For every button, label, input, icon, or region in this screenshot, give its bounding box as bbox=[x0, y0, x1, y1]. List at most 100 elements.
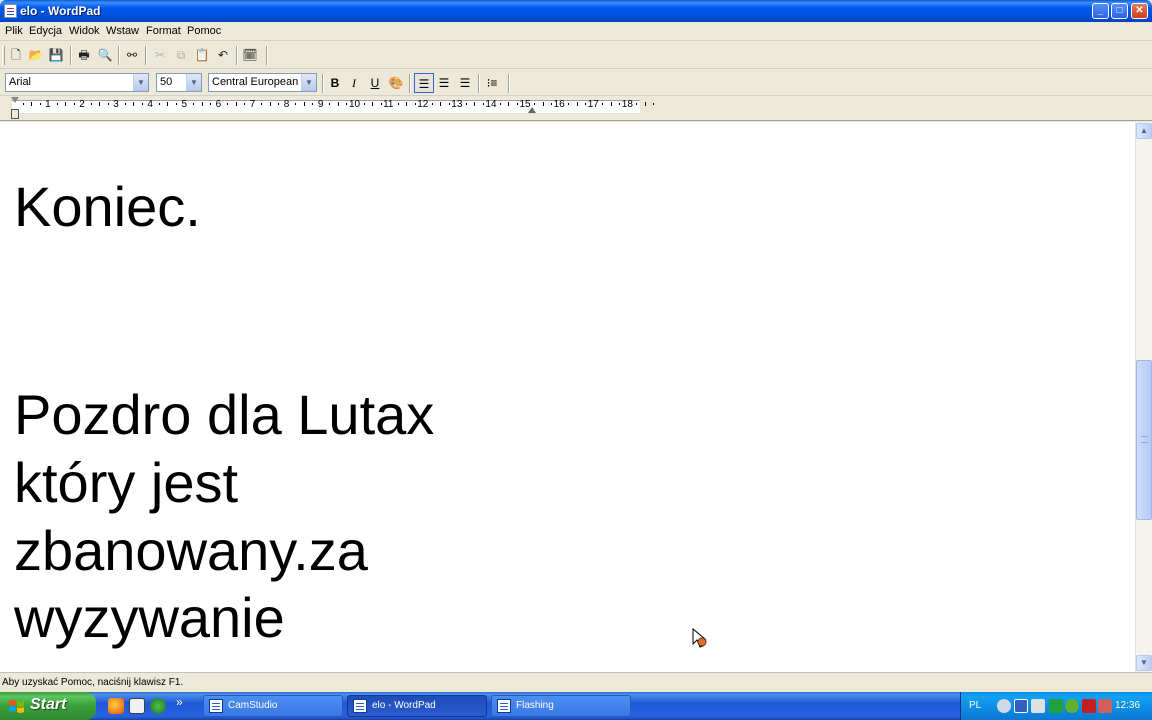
title-bar[interactable]: elo - WordPad _ □ ✕ bbox=[0, 0, 1152, 22]
ruler-number: 2 bbox=[79, 99, 85, 110]
menu-widok[interactable]: Widok bbox=[69, 25, 100, 37]
ruler-number: 5 bbox=[181, 99, 188, 110]
ruler-tick bbox=[175, 103, 177, 105]
ruler-number: 14 bbox=[485, 99, 497, 110]
align-right-icon[interactable]: ☰ bbox=[455, 73, 475, 93]
speaker-icon[interactable] bbox=[1031, 699, 1045, 713]
align-left-icon[interactable]: ☰ bbox=[414, 73, 434, 93]
minimize-button[interactable]: _ bbox=[1092, 3, 1109, 19]
save-disk-icon[interactable]: 💾 bbox=[46, 46, 66, 65]
copy-icon[interactable]: ⧉ bbox=[171, 46, 191, 65]
ruler-tick bbox=[90, 103, 92, 105]
align-center-icon[interactable]: ☰ bbox=[434, 73, 454, 93]
right-indent-marker[interactable] bbox=[528, 107, 536, 113]
menu-wstaw[interactable]: Wstaw bbox=[106, 25, 139, 37]
ruler-tick bbox=[56, 103, 58, 105]
chevron-down-icon[interactable]: ▼ bbox=[186, 74, 201, 91]
undo-icon[interactable]: ↶ bbox=[213, 46, 233, 65]
ruler-tick bbox=[193, 103, 195, 105]
tray-app-icon[interactable] bbox=[1049, 699, 1063, 713]
font-name-combo[interactable]: Arial ▼ bbox=[5, 73, 149, 92]
tray-globe-icon[interactable] bbox=[1065, 699, 1079, 713]
close-button[interactable]: ✕ bbox=[1131, 3, 1148, 19]
bullets-icon[interactable]: ⁝≡ bbox=[482, 73, 502, 93]
ruler-tick bbox=[278, 103, 280, 105]
show-desktop-icon[interactable] bbox=[129, 698, 145, 714]
menu-pomoc[interactable]: Pomoc bbox=[187, 25, 221, 37]
vertical-scrollbar[interactable]: ▲ ▼ bbox=[1135, 122, 1152, 672]
menu-plik[interactable]: Plik bbox=[5, 25, 23, 37]
new-document-icon[interactable]: 🗋 bbox=[6, 46, 26, 65]
ruler-number: 11 bbox=[383, 99, 394, 110]
task-flashing[interactable]: Flashing bbox=[491, 695, 631, 717]
document-line: wyzywanie bbox=[14, 586, 285, 649]
toolbar-separator bbox=[236, 46, 238, 65]
toolbar-grip[interactable] bbox=[2, 46, 5, 65]
tray-back-icon[interactable] bbox=[997, 699, 1011, 713]
system-tray: PL 12:36 bbox=[960, 692, 1152, 720]
first-line-indent-marker[interactable] bbox=[11, 97, 19, 103]
wordpad-icon bbox=[353, 699, 367, 713]
document-area[interactable]: Koniec. Pozdro dla Lutax który jest zban… bbox=[0, 122, 1135, 672]
color-palette-icon[interactable]: 🎨 bbox=[386, 73, 406, 93]
toolbar-separator bbox=[322, 74, 324, 93]
chevron-down-icon[interactable]: ▼ bbox=[301, 74, 316, 91]
ruler-tick bbox=[542, 102, 544, 106]
scroll-up-icon[interactable]: ▲ bbox=[1136, 123, 1152, 139]
ruler-number: 10 bbox=[349, 99, 361, 110]
print-icon[interactable]: 🖶 bbox=[74, 46, 94, 65]
menu-format[interactable]: Format bbox=[146, 25, 181, 37]
tray-alert-icon[interactable] bbox=[1098, 699, 1112, 713]
print-preview-icon[interactable]: 🔍 bbox=[95, 46, 115, 65]
chevron-down-icon[interactable]: ▼ bbox=[133, 74, 148, 91]
maximize-button[interactable]: □ bbox=[1111, 3, 1128, 19]
ruler-tick bbox=[158, 103, 160, 105]
task-wordpad[interactable]: elo - WordPad bbox=[347, 695, 487, 717]
underline-button[interactable]: U bbox=[365, 73, 385, 93]
ruler-tick bbox=[235, 102, 237, 106]
script-value: Central European bbox=[212, 76, 299, 88]
paste-icon[interactable]: 📋 bbox=[192, 46, 212, 65]
firefox-icon[interactable] bbox=[108, 698, 124, 714]
start-button[interactable]: Start bbox=[0, 692, 96, 720]
quicklaunch-more[interactable]: » bbox=[176, 695, 183, 709]
language-indicator[interactable]: PL bbox=[969, 700, 981, 711]
cut-icon[interactable]: ✂ bbox=[150, 46, 170, 65]
wordpad-window: elo - WordPad _ □ ✕ Plik Edycja Widok Ws… bbox=[0, 0, 1152, 692]
window-title: elo - WordPad bbox=[20, 4, 101, 18]
ruler-number: 7 bbox=[249, 99, 256, 110]
ruler-tick bbox=[644, 102, 646, 106]
task-camstudio[interactable]: CamStudio bbox=[203, 695, 343, 717]
bold-button[interactable]: B bbox=[325, 73, 345, 93]
media-player-icon[interactable] bbox=[150, 698, 166, 714]
tray-window-icon[interactable] bbox=[1014, 699, 1028, 713]
status-bar: Aby uzyskać Pomoc, naciśnij klawisz F1. bbox=[0, 672, 1152, 692]
script-combo[interactable]: Central European ▼ bbox=[208, 73, 317, 92]
ruler[interactable]: 1 2 3 4 5 6 7 8 9 10 11 12 13 14 15 16 17 18 bbox=[0, 97, 1152, 121]
ruler-tick bbox=[414, 103, 416, 105]
toolbar-separator bbox=[70, 46, 72, 65]
ruler-tick bbox=[261, 103, 263, 105]
open-folder-icon[interactable]: 📂 bbox=[26, 46, 46, 65]
clock[interactable]: 12:36 bbox=[1115, 700, 1140, 711]
toolbar-separator bbox=[118, 46, 120, 65]
italic-button[interactable]: I bbox=[344, 73, 364, 93]
left-indent-marker[interactable] bbox=[11, 109, 19, 119]
camstudio-icon bbox=[209, 699, 223, 713]
format-toolbar: Arial ▼ 50 ▼ Central European ▼ B I U 🎨 … bbox=[0, 70, 1152, 96]
antivirus-icon[interactable] bbox=[1082, 699, 1096, 713]
flashing-icon bbox=[497, 699, 511, 713]
insert-date-time-icon[interactable]: 🗓 bbox=[240, 46, 260, 65]
ruler-tick bbox=[602, 103, 604, 105]
ruler-tick bbox=[141, 103, 143, 105]
font-size-combo[interactable]: 50 ▼ bbox=[156, 73, 202, 92]
ruler-strip bbox=[12, 100, 640, 114]
ruler-tick bbox=[653, 103, 655, 105]
scroll-down-icon[interactable]: ▼ bbox=[1136, 655, 1152, 671]
wordpad-app-icon[interactable] bbox=[4, 4, 17, 18]
menu-edycja[interactable]: Edycja bbox=[29, 25, 62, 37]
ruler-tick bbox=[482, 103, 484, 105]
scrollbar-thumb[interactable] bbox=[1136, 360, 1152, 520]
find-binoculars-icon[interactable]: ⚯ bbox=[122, 46, 142, 65]
menu-bar: Plik Edycja Widok Wstaw Format Pomoc bbox=[0, 22, 1152, 41]
